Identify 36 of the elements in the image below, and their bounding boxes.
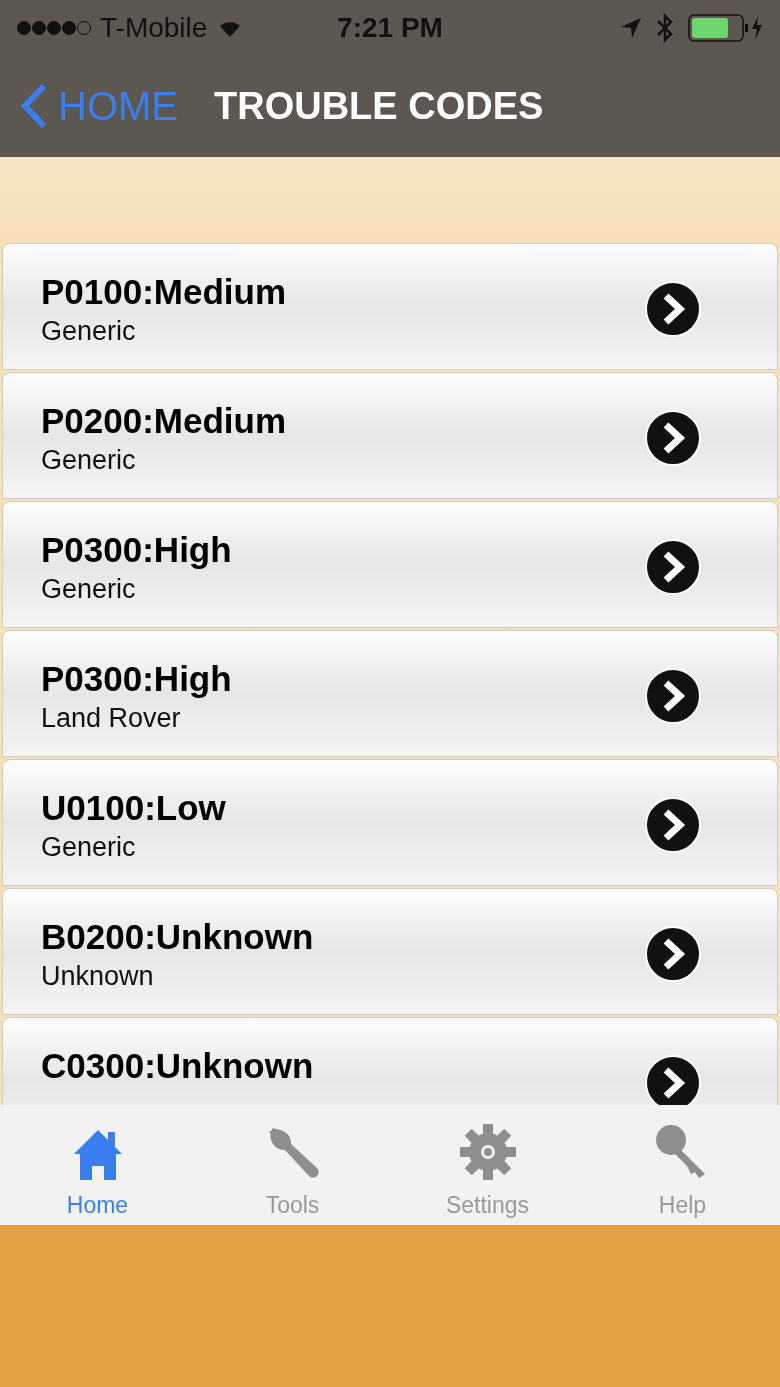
chevron-button[interactable] — [644, 667, 702, 725]
trouble-code-row[interactable]: P0200:Medium Generic — [2, 372, 778, 499]
back-chevron-icon — [20, 83, 48, 129]
location-arrow-icon — [620, 16, 642, 39]
trouble-code-row[interactable]: P0100:Medium Generic — [2, 243, 778, 370]
battery-icon — [688, 13, 764, 42]
code-make: Generic — [41, 445, 137, 476]
code-make: Generic — [41, 316, 137, 347]
carrier-name: T-Mobile — [100, 11, 208, 44]
trouble-code-row[interactable]: B0200:Unknown Unknown — [2, 888, 778, 1015]
code-make: Land Rover — [41, 703, 182, 734]
trouble-code-row[interactable]: P0300:High Land Rover — [2, 630, 778, 757]
bluetooth-icon — [656, 12, 674, 43]
trouble-code-row[interactable]: U0100:Low Generic — [2, 759, 778, 886]
clock-time: 7:21 PM — [337, 11, 443, 44]
code-title: P0200:Medium — [41, 401, 288, 441]
chevron-button[interactable] — [644, 925, 702, 983]
code-title: P0100:Medium — [41, 272, 288, 312]
gear-icon — [457, 1122, 518, 1182]
code-make: Generic — [41, 832, 137, 863]
trouble-code-row[interactable]: P0300:High Generic — [2, 501, 778, 628]
chevron-button[interactable] — [644, 796, 702, 854]
signal-icon — [16, 19, 92, 36]
code-title: U0100:Low — [41, 788, 227, 828]
code-title: B0200:Unknown — [41, 917, 315, 957]
chevron-button[interactable] — [644, 538, 702, 596]
screen-title: TROUBLE CODES — [214, 84, 544, 128]
code-make: Unknown — [41, 961, 155, 992]
code-make: Generic — [41, 574, 137, 605]
code-title: P0300:High — [41, 530, 233, 570]
chevron-button[interactable] — [644, 280, 702, 338]
trouble-code-row[interactable]: C0300:Unknown — [2, 1017, 778, 1105]
chevron-button[interactable] — [644, 1054, 702, 1105]
code-title: P0300:High — [41, 659, 233, 699]
chevron-button[interactable] — [644, 409, 702, 467]
code-title: C0300:Unknown — [41, 1046, 315, 1086]
